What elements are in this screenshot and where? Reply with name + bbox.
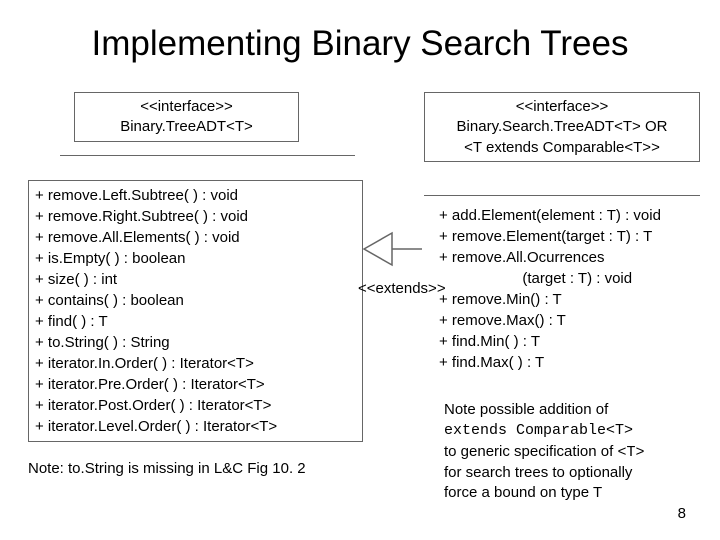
right-method: + remove.Min() : T	[439, 289, 694, 310]
uml-right-methods: + add.Element(element : T) : void + remo…	[439, 205, 694, 373]
note-right-l3b: <T>	[617, 444, 644, 461]
uml-left-divider	[60, 155, 355, 156]
note-right-l1: Note possible addition of	[444, 401, 608, 418]
page-title: Implementing Binary Search Trees	[0, 0, 720, 78]
left-method: + remove.Left.Subtree( ) : void	[35, 185, 356, 206]
left-method: + to.String( ) : String	[35, 332, 356, 353]
left-method: + size( ) : int	[35, 269, 356, 290]
left-method: + is.Empty( ) : boolean	[35, 248, 356, 269]
right-method: + add.Element(element : T) : void	[439, 205, 694, 226]
left-method: + remove.Right.Subtree( ) : void	[35, 206, 356, 227]
right-stereotype: <<interface>>	[431, 97, 693, 117]
right-interface-name-1: Binary.Search.TreeADT<T> OR	[431, 117, 693, 137]
uml-right-divider	[424, 195, 700, 196]
right-method: + find.Max( ) : T	[439, 352, 694, 373]
left-method: + remove.All.Elements( ) : void	[35, 227, 356, 248]
uml-left-methods: + remove.Left.Subtree( ) : void + remove…	[28, 180, 363, 442]
left-method: + find( ) : T	[35, 311, 356, 332]
right-method: + find.Min( ) : T	[439, 331, 694, 352]
left-method: + iterator.In.Order( ) : Iterator<T>	[35, 353, 356, 374]
note-left: Note: to.String is missing in L&C Fig 10…	[28, 460, 306, 477]
left-method: + iterator.Post.Order( ) : Iterator<T>	[35, 395, 356, 416]
right-method: + remove.Max() : T	[439, 310, 694, 331]
right-method: + remove.All.Ocurrences	[439, 247, 694, 268]
note-right-l4: for search trees to optionally	[444, 464, 632, 481]
right-method: + remove.Element(target : T) : T	[439, 226, 694, 247]
note-right: Note possible addition of extends Compar…	[444, 400, 700, 503]
page-number: 8	[678, 505, 686, 522]
left-method: + contains( ) : boolean	[35, 290, 356, 311]
uml-right-header: <<interface>> Binary.Search.TreeADT<T> O…	[424, 92, 700, 162]
note-right-l5: force a bound on type T	[444, 484, 602, 501]
left-method: + iterator.Pre.Order( ) : Iterator<T>	[35, 374, 356, 395]
note-right-l3a: to generic specification of	[444, 443, 617, 460]
left-stereotype: <<interface>>	[81, 97, 292, 117]
left-method: + iterator.Level.Order( ) : Iterator<T>	[35, 416, 356, 437]
uml-left-header: <<interface>> Binary.TreeADT<T>	[74, 92, 299, 142]
right-interface-name-2: <T extends Comparable<T>>	[431, 138, 693, 158]
note-right-l2: extends Comparable<T>	[444, 422, 633, 439]
left-interface-name: Binary.TreeADT<T>	[81, 117, 292, 137]
extends-label: <<extends>>	[358, 280, 446, 297]
right-method: (target : T) : void	[439, 268, 694, 289]
